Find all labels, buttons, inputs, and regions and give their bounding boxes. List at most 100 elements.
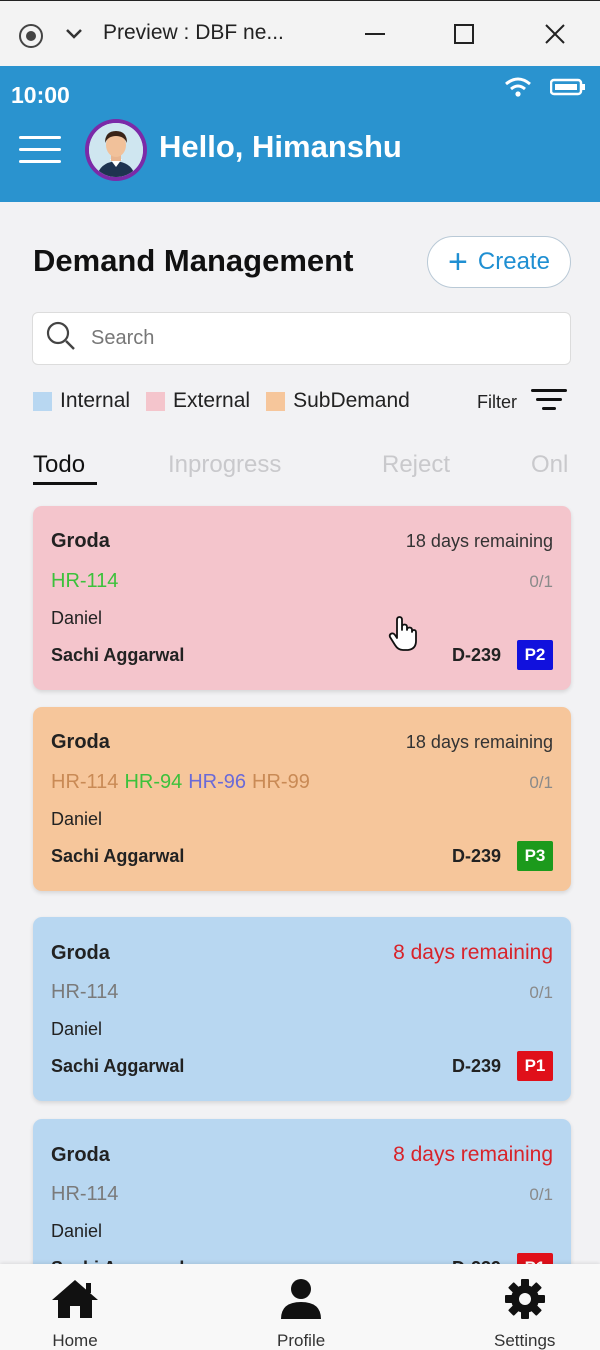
record-icon[interactable] xyxy=(18,23,44,54)
wifi-icon xyxy=(504,76,532,103)
page-title: Demand Management xyxy=(33,243,354,278)
candidate-name: Daniel xyxy=(51,608,103,628)
legend-label: External xyxy=(173,389,251,412)
tab-todo[interactable]: Todo xyxy=(33,451,85,479)
nav-profile[interactable]: Profile xyxy=(277,1278,325,1350)
days-remaining: 18 days remaining xyxy=(405,531,553,551)
card-codes-row: HR-114 0/1 xyxy=(51,1183,553,1206)
active-tab-indicator xyxy=(33,482,97,485)
demand-code: HR-114 xyxy=(51,1183,119,1205)
chevron-down-icon[interactable] xyxy=(65,27,83,46)
owner-name: Sachi Aggarwal xyxy=(51,644,185,665)
battery-icon xyxy=(549,78,586,101)
card-header-row: Groda 18 days remaining xyxy=(51,731,553,754)
card-footer-right: D-239 P1 xyxy=(452,1051,553,1081)
candidate-name: Daniel xyxy=(51,809,103,829)
days-remaining: 8 days remaining xyxy=(393,1143,553,1166)
demand-card[interactable]: Groda 8 days remaining HR-114 0/1 Daniel Sach… xyxy=(33,917,571,1101)
demand-id: D-239 xyxy=(451,644,501,665)
card-person-row: Daniel xyxy=(51,1019,553,1040)
minimize-button[interactable] xyxy=(360,19,390,49)
card-footer-row: Sachi Aggarwal D-239 P3 xyxy=(51,841,553,871)
home-icon xyxy=(50,1278,100,1325)
legend-item-external: External xyxy=(146,389,250,413)
company-name: Groda xyxy=(51,731,110,753)
owner-name: Sachi Aggarwal xyxy=(51,845,185,866)
gear-icon xyxy=(504,1278,546,1325)
demand-id: D-239 xyxy=(451,1055,501,1076)
demand-card[interactable]: Groda 18 days remaining HR-114 HR-94 HR-96 HR… xyxy=(33,707,571,891)
search-field[interactable] xyxy=(32,312,571,365)
avatar[interactable] xyxy=(85,119,147,181)
card-footer-right: D-239 P2 xyxy=(452,640,553,670)
company-name: Groda xyxy=(51,941,110,964)
card-footer-row: Sachi Aggarwal D-239 P2 xyxy=(51,640,553,670)
nav-home-label: Home xyxy=(52,1331,98,1350)
status-tabs: Todo Inprogress Reject Onl xyxy=(33,451,600,491)
nav-home[interactable]: Home xyxy=(50,1278,100,1350)
demand-codes: HR-114 xyxy=(51,570,124,593)
days-remaining: 8 days remaining xyxy=(393,941,553,964)
card-footer-row: Sachi Aggarwal D-239 P1 xyxy=(51,1051,553,1081)
card-header-row: Groda 8 days remaining xyxy=(51,941,553,965)
legend-item-subdemand: SubDemand xyxy=(266,389,410,413)
window-titlebar: Preview : DBF ne... xyxy=(0,0,600,66)
legend-swatch xyxy=(146,391,166,411)
legend-label: SubDemand xyxy=(293,389,410,412)
card-person-row: Daniel xyxy=(51,1221,553,1242)
tab-onl[interactable]: Onl xyxy=(531,451,568,479)
close-button[interactable] xyxy=(540,19,570,49)
legend-swatch xyxy=(33,391,52,411)
filter-button[interactable]: Filter xyxy=(477,389,567,416)
candidate-name: Daniel xyxy=(51,1221,103,1241)
hand-cursor-icon xyxy=(387,615,419,658)
fill-count: 0/1 xyxy=(529,1184,553,1204)
status-icons xyxy=(504,76,586,103)
company-name: Groda xyxy=(51,530,110,552)
plus-icon: + xyxy=(448,243,468,281)
owner-name: Sachi Aggarwal xyxy=(51,1055,185,1076)
menu-icon[interactable] xyxy=(19,136,61,164)
search-icon xyxy=(45,320,77,357)
window-title: Preview : DBF ne... xyxy=(103,21,284,44)
days-remaining: 18 days remaining xyxy=(405,732,553,752)
legend-swatch xyxy=(266,391,286,411)
demand-id: D-239 xyxy=(451,845,501,866)
card-codes-row: HR-114 0/1 xyxy=(51,981,553,1004)
card-header-row: Groda 18 days remaining xyxy=(51,530,553,553)
card-codes-row: HR-114 HR-94 HR-96 HR-99 0/1 xyxy=(51,771,553,794)
demand-code: HR-114 xyxy=(51,771,119,793)
nav-settings-label: Settings xyxy=(494,1331,556,1350)
tab-reject[interactable]: Reject xyxy=(382,451,450,479)
demand-codes: HR-114 xyxy=(51,981,124,1004)
maximize-button[interactable] xyxy=(449,19,479,49)
priority-badge: P1 xyxy=(517,1051,553,1081)
card-header-row: Groda 8 days remaining xyxy=(51,1143,553,1167)
app-header: 10:00 Hello, Himanshu xyxy=(0,66,600,202)
fill-count: 0/1 xyxy=(529,772,553,792)
nav-settings[interactable]: Settings xyxy=(494,1278,555,1350)
filter-icon xyxy=(531,389,567,416)
fill-count: 0/1 xyxy=(529,982,553,1002)
demand-code: HR-96 xyxy=(188,771,247,793)
legend-item-internal: Internal xyxy=(33,389,130,413)
company-name: Groda xyxy=(51,1143,110,1166)
create-button-label: Create xyxy=(477,248,550,275)
demand-card[interactable]: Groda 18 days remaining HR-114 0/1 Daniel Sac… xyxy=(33,506,571,690)
greeting-text: Hello, Himanshu xyxy=(159,129,402,164)
demand-code: HR-99 xyxy=(252,771,310,793)
tab-inprogress[interactable]: Inprogress xyxy=(168,451,281,479)
priority-badge: P3 xyxy=(517,841,553,871)
demand-code: HR-114 xyxy=(51,981,119,1003)
status-time: 10:00 xyxy=(11,82,70,108)
card-person-row: Daniel xyxy=(51,809,553,830)
create-button[interactable]: + Create xyxy=(427,236,571,288)
candidate-name: Daniel xyxy=(51,1019,103,1039)
search-input[interactable] xyxy=(91,327,511,350)
fill-count: 0/1 xyxy=(529,571,553,591)
legend-label: Internal xyxy=(60,389,131,412)
legend: Internal External SubDemand xyxy=(33,389,426,413)
filter-label: Filter xyxy=(477,392,517,412)
card-footer-right: D-239 P3 xyxy=(452,841,553,871)
card-person-row: Daniel xyxy=(51,608,553,629)
